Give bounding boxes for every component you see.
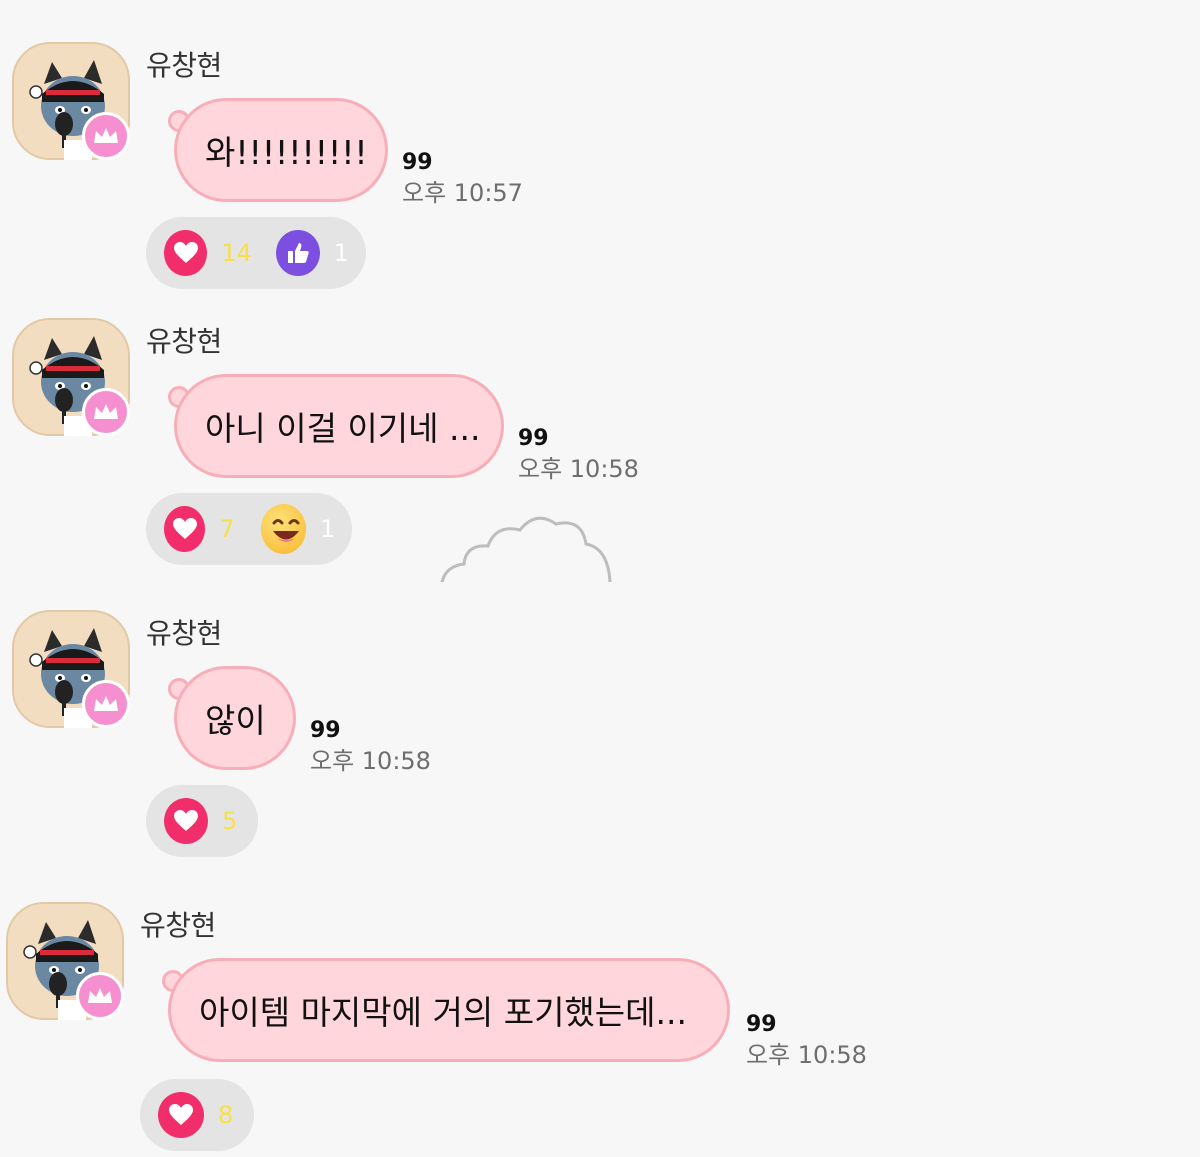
read-count: 99 bbox=[746, 1012, 777, 1037]
heart-icon[interactable] bbox=[158, 1092, 204, 1138]
laughing-emoji-icon[interactable] bbox=[261, 504, 306, 554]
message-meta: 99 오후 10:58 bbox=[310, 718, 431, 778]
avatar[interactable] bbox=[12, 610, 130, 728]
crown-badge bbox=[76, 972, 124, 1020]
crown-badge bbox=[82, 112, 130, 160]
timestamp: 오후 10:58 bbox=[746, 1041, 867, 1069]
reaction-bar[interactable]: 5 bbox=[146, 785, 258, 857]
heart-count: 5 bbox=[222, 807, 238, 835]
crown-icon bbox=[88, 988, 112, 1003]
timestamp: 오후 10:58 bbox=[310, 747, 431, 775]
heart-icon[interactable] bbox=[164, 230, 208, 276]
heart-icon[interactable] bbox=[164, 798, 208, 844]
sender-name: 유창현 bbox=[140, 909, 216, 942]
reaction-bar[interactable]: 8 bbox=[140, 1079, 254, 1151]
sender-name: 유창현 bbox=[146, 617, 222, 650]
crown-badge bbox=[82, 388, 130, 436]
thumbs-up-icon[interactable] bbox=[276, 230, 320, 276]
message-meta: 99 오후 10:58 bbox=[746, 1012, 867, 1072]
crown-badge bbox=[82, 680, 130, 728]
sender-name: 유창현 bbox=[146, 325, 222, 358]
heart-count: 7 bbox=[219, 515, 235, 543]
avatar[interactable] bbox=[6, 902, 124, 1020]
message-meta: 99 오후 10:57 bbox=[402, 150, 523, 210]
reaction-bar[interactable]: 7 1 bbox=[146, 493, 352, 565]
message-bubble[interactable]: 와!!!!!!!!!! bbox=[174, 98, 388, 202]
reaction-bar[interactable]: 14 1 bbox=[146, 217, 366, 289]
message-bubble[interactable]: 아니 이걸 이기네 ... bbox=[174, 374, 504, 478]
read-count: 99 bbox=[402, 150, 433, 175]
cloud-doodle-icon bbox=[440, 516, 612, 582]
heart-count: 14 bbox=[221, 239, 252, 267]
read-count: 99 bbox=[518, 426, 549, 451]
crown-icon bbox=[94, 128, 118, 143]
emoji-count: 1 bbox=[320, 515, 336, 543]
avatar[interactable] bbox=[12, 42, 130, 160]
crown-icon bbox=[94, 696, 118, 711]
read-count: 99 bbox=[310, 718, 341, 743]
message-bubble[interactable]: 않이 bbox=[174, 666, 296, 770]
message-meta: 99 오후 10:58 bbox=[518, 426, 639, 486]
avatar[interactable] bbox=[12, 318, 130, 436]
timestamp: 오후 10:58 bbox=[518, 455, 639, 483]
timestamp: 오후 10:57 bbox=[402, 179, 523, 207]
message-bubble[interactable]: 아이템 마지막에 거의 포기했는데... bbox=[168, 958, 730, 1062]
thumbs-up-count: 1 bbox=[333, 239, 349, 267]
heart-count: 8 bbox=[218, 1101, 234, 1129]
heart-icon[interactable] bbox=[164, 506, 206, 552]
sender-name: 유창현 bbox=[146, 49, 222, 82]
crown-icon bbox=[94, 404, 118, 419]
